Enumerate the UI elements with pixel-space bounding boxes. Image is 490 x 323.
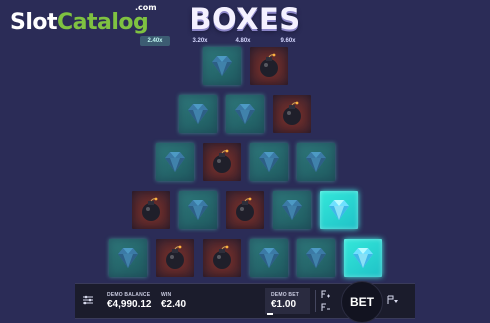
box-gem[interactable] <box>296 143 335 181</box>
diamond-icon <box>329 200 349 220</box>
multiplier-4: 9.60x <box>280 38 296 44</box>
bomb-icon <box>212 245 231 269</box>
diamond-icon <box>211 56 232 76</box>
box-gem[interactable] <box>249 239 288 277</box>
logo-text-com: .com <box>135 3 157 12</box>
box-gem-selected[interactable] <box>343 239 382 277</box>
box-bomb[interactable] <box>132 191 170 229</box>
bomb-icon <box>142 197 160 221</box>
bomb-icon <box>212 149 231 173</box>
bomb-icon <box>165 245 184 269</box>
autoplay-icon[interactable] <box>387 295 399 307</box>
diamond-icon <box>164 152 185 172</box>
box-bomb[interactable] <box>202 239 241 277</box>
diamond-icon <box>305 248 326 268</box>
box-bomb[interactable] <box>226 191 264 229</box>
box-bomb[interactable] <box>249 47 288 85</box>
diamond-icon <box>235 104 255 124</box>
bet-decrease-icon[interactable] <box>321 303 331 314</box>
bet-caret <box>267 313 273 315</box>
control-panel: DEMO BALANCE €4,990.12 WIN €2.40 DEMO BE… <box>75 281 415 323</box>
site-logo: SlotCatalog .com <box>10 3 157 35</box>
bet-value[interactable]: €1.00 <box>271 299 296 310</box>
bet-increase-icon[interactable] <box>321 290 331 301</box>
box-gem[interactable] <box>179 191 217 229</box>
box-gem[interactable] <box>202 47 241 85</box>
diamond-icon <box>258 248 279 268</box>
diamond-icon <box>188 104 208 124</box>
diamond-icon <box>258 152 279 172</box>
bet-button[interactable]: BET <box>341 281 383 323</box>
box-bomb[interactable] <box>155 239 194 277</box>
box-bomb[interactable] <box>273 95 311 133</box>
balance-label: DEMO BALANCE <box>107 292 151 298</box>
box-gem[interactable] <box>226 95 264 133</box>
divider <box>315 290 316 312</box>
diamond-icon <box>188 200 208 220</box>
multiplier-1: 2.40x <box>140 36 170 46</box>
bomb-icon <box>259 53 278 77</box>
multiplier-2: 3.20x <box>192 38 208 44</box>
box-gem[interactable] <box>108 239 147 277</box>
box-gem[interactable] <box>296 239 335 277</box>
box-gem[interactable] <box>179 95 217 133</box>
box-gem[interactable] <box>249 143 288 181</box>
box-gem[interactable] <box>155 143 194 181</box>
bet-label: DEMO BET <box>271 292 299 298</box>
diamond-icon <box>117 248 138 268</box>
logo-text-catalog: Catalog <box>57 10 149 35</box>
box-gem-selected[interactable] <box>320 191 358 229</box>
settings-icon[interactable] <box>82 295 94 307</box>
logo-text-slot: Slot <box>10 10 58 35</box>
multiplier-3: 4.80x <box>235 38 251 44</box>
balance-value: €4,990.12 <box>107 299 152 310</box>
multiplier-bar: 2.40x 3.20x 4.80x 9.60x <box>0 36 490 46</box>
bomb-icon <box>283 101 301 125</box>
diamond-icon <box>352 248 373 268</box>
win-value: €2.40 <box>161 299 187 310</box>
box-gem[interactable] <box>273 191 311 229</box>
box-bomb[interactable] <box>202 143 241 181</box>
win-label: WIN <box>161 292 172 298</box>
diamond-icon <box>305 152 326 172</box>
bomb-icon <box>236 197 254 221</box>
diamond-icon <box>282 200 302 220</box>
game-title: BOXES <box>189 2 301 36</box>
